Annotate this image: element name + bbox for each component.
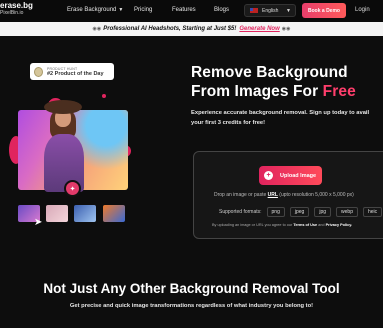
privacy-policy-link[interactable]: Privacy Policy.: [326, 223, 353, 227]
nav-erase-background[interactable]: Erase Background ▼: [67, 7, 123, 13]
nav-blogs[interactable]: Blogs: [214, 7, 229, 13]
hero-title-free: Free: [322, 83, 356, 100]
nav-features[interactable]: Features: [172, 7, 196, 13]
format-chip: png: [266, 207, 285, 217]
hero-subtitle: Experience accurate background removal. …: [191, 108, 383, 128]
promo-banner: ◉◉ Professional AI Headshots, Starting a…: [0, 22, 383, 36]
decor-blob: [102, 94, 106, 98]
upload-image-button[interactable]: + Upload Image: [259, 166, 322, 185]
sparkle-icon: ◉◉: [281, 26, 291, 32]
terms-notice: By uploading an image or URL you agree t…: [212, 223, 353, 227]
login-link[interactable]: Login: [355, 7, 370, 13]
drop-instructions: Drop an image or paste URL (upto resolut…: [214, 192, 354, 198]
chevron-down-icon: ▼: [286, 7, 291, 14]
nav-erase-background-label: Erase Background: [67, 7, 117, 13]
sample-thumbnail-4[interactable]: [103, 205, 125, 222]
format-chip: heic: [362, 207, 383, 217]
promo-text: Professional AI Headshots, Starting at J…: [103, 26, 237, 32]
sparkle-icon: ◉◉: [92, 26, 102, 32]
upload-button-label: Upload Image: [280, 172, 317, 179]
top-navbar: erase.bg PixelBin.io Erase Background ▼ P…: [0, 0, 383, 22]
section-title: Not Just Any Other Background Removal To…: [43, 281, 340, 296]
brand-logo[interactable]: erase.bg PixelBin.io: [0, 2, 33, 16]
chevron-down-icon: ▼: [118, 7, 124, 13]
formats-label: Supported formats:: [219, 209, 262, 215]
generate-now-link[interactable]: Generate Now: [239, 26, 279, 32]
language-label: English: [262, 7, 279, 14]
logo-name: erase.bg: [0, 1, 33, 10]
hero-subtitle-line2: your first 3 credits for free!: [191, 120, 266, 126]
format-chip: jpeg: [289, 207, 310, 217]
hero-title: Remove Background From Images For Free: [191, 63, 356, 101]
sample-thumbnail-2[interactable]: [46, 205, 68, 222]
supported-formats: Supported formats: png jpeg jpg webp hei…: [219, 207, 383, 217]
language-selector[interactable]: English ▼: [244, 4, 296, 17]
logo-subline: PixelBin.io: [0, 10, 24, 16]
hero-title-line2: From Images For: [191, 83, 323, 100]
book-demo-button[interactable]: Book a Demo: [302, 3, 346, 18]
sample-thumbnail-3[interactable]: [74, 205, 96, 222]
format-chip: webp: [336, 207, 358, 217]
hero-subtitle-line1: Experience accurate background removal. …: [191, 110, 370, 116]
product-hunt-badge[interactable]: PRODUCT HUNT #2 Product of the Day: [30, 63, 114, 80]
terms-of-use-link[interactable]: Terms of Use: [293, 223, 317, 227]
format-chip: jpg: [314, 207, 332, 217]
medal-icon: [34, 66, 43, 77]
section-subtitle: Get precise and quick image transformati…: [69, 303, 314, 309]
nav-pricing[interactable]: Pricing: [134, 7, 152, 13]
hero-title-line1: Remove Background: [191, 64, 348, 81]
flag-icon: [250, 8, 258, 13]
pointer-cursor-icon: ➤: [34, 217, 43, 228]
woman-figure: [38, 100, 94, 192]
badge-title: #2 Product of the Day: [47, 70, 104, 77]
paste-url-link[interactable]: URL: [268, 192, 278, 198]
plus-icon: +: [264, 171, 273, 180]
eraser-icon: ✦: [64, 180, 81, 197]
